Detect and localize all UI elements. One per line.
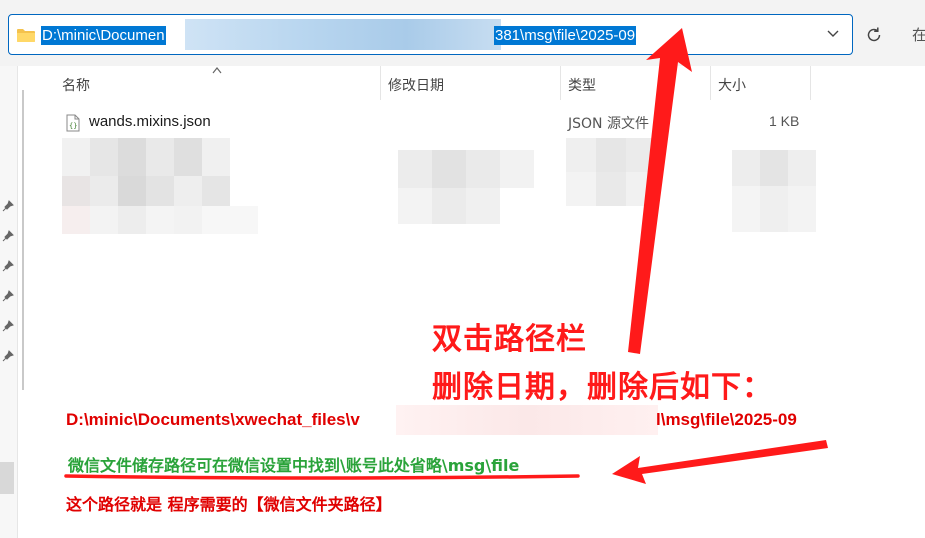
nav-scroll-handle[interactable] bbox=[0, 462, 14, 494]
arrow-to-green-hint bbox=[612, 440, 828, 484]
pin-icon bbox=[2, 260, 14, 272]
file-size: 1 KB bbox=[769, 113, 800, 129]
wechat-folder-path-note: 这个路径就是 程序需要的【微信文件夹路径】 bbox=[66, 495, 392, 514]
redacted-path-segment bbox=[185, 19, 501, 50]
address-path-end: 381\msg\file\2025-09 bbox=[494, 26, 637, 45]
column-header-name[interactable]: 名称 bbox=[62, 72, 90, 100]
callout-double-click-path: 双击路径栏 bbox=[432, 322, 587, 357]
list-item[interactable]: {} wands.mixins.json JSON 源文件 1 KB bbox=[62, 110, 822, 136]
callout-delete-date: 删除日期，删除后如下： bbox=[432, 370, 773, 405]
green-hint-underline bbox=[64, 474, 580, 480]
svg-text:{}: {} bbox=[69, 122, 77, 130]
address-path-start: D:\minic\Documen bbox=[41, 26, 166, 45]
pin-icon bbox=[2, 230, 14, 242]
column-divider[interactable] bbox=[710, 66, 711, 100]
column-divider[interactable] bbox=[560, 66, 561, 100]
pin-icon bbox=[2, 290, 14, 302]
column-divider[interactable] bbox=[810, 66, 811, 100]
refresh-button[interactable] bbox=[857, 16, 891, 54]
refresh-icon bbox=[867, 27, 881, 42]
file-name: wands.mixins.json bbox=[89, 113, 211, 130]
redacted-account-segment bbox=[396, 405, 658, 435]
search-box-cutoff-text[interactable]: 在 bbox=[912, 24, 925, 45]
json-file-icon: {} bbox=[66, 114, 80, 132]
storage-path-hint: 微信文件储存路径可在微信设置中找到\账号此处省略\msg\file bbox=[68, 456, 520, 475]
column-header-date-modified[interactable]: 修改日期 bbox=[388, 72, 444, 100]
pin-icon bbox=[2, 320, 14, 332]
column-header-size[interactable]: 大小 bbox=[718, 72, 746, 100]
nav-scrollbar[interactable] bbox=[22, 90, 24, 390]
chevron-down-icon[interactable] bbox=[826, 26, 840, 40]
folder-icon bbox=[17, 29, 35, 42]
sort-ascending-icon bbox=[212, 67, 222, 74]
column-divider[interactable] bbox=[380, 66, 381, 100]
address-bar[interactable]: D:\minic\Documen 381\msg\file\2025-09 bbox=[8, 14, 853, 55]
annotated-path-start: D:\minic\Documents\xwechat_files\v bbox=[66, 410, 360, 429]
file-type: JSON 源文件 bbox=[568, 116, 649, 132]
annotated-path-end: l\msg\file\2025-09 bbox=[656, 410, 797, 429]
column-header-type[interactable]: 类型 bbox=[568, 72, 596, 100]
pin-icon bbox=[2, 200, 14, 212]
pin-icon bbox=[2, 350, 14, 362]
address-bar-row: D:\minic\Documen 381\msg\file\2025-09 在 bbox=[0, 0, 925, 66]
